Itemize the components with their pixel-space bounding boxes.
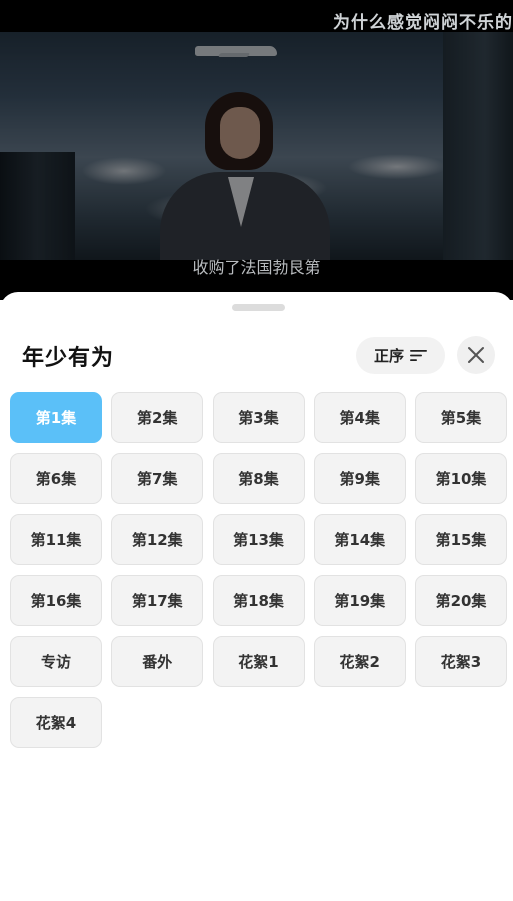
- episode-button[interactable]: 第10集: [415, 453, 507, 504]
- episode-button[interactable]: 第1集: [10, 392, 102, 443]
- sort-order-label: 正序: [373, 347, 404, 365]
- episode-button[interactable]: 番外: [111, 636, 204, 687]
- episode-grid: 第1集 第2集 第3集 第4集 第5集 第6集 第7集 第8集 第9集 第10集 第11集 第12集第…: [10, 392, 507, 748]
- episode-button[interactable]: 第7集: [111, 453, 204, 504]
- episode-sheet: 年少有为 正序 第1集 第2集 第3集 第4集 第5集 第6集 第7集 第8集 第9集 第10集第…: [0, 292, 513, 901]
- sort-lines-icon: [410, 350, 427, 361]
- episode-button[interactable]: 第8集: [212, 453, 305, 504]
- episode-button[interactable]: 第4集: [313, 392, 406, 443]
- close-button[interactable]: [457, 336, 495, 374]
- episode-button[interactable]: 第2集: [111, 392, 204, 443]
- episode-button[interactable]: 花絮3: [415, 636, 507, 687]
- episode-button[interactable]: 第13集: [212, 514, 305, 565]
- episode-button[interactable]: 第15集: [415, 514, 507, 565]
- episode-button[interactable]: 第12集: [111, 514, 204, 565]
- episode-button[interactable]: 第3集: [212, 392, 305, 443]
- episode-button[interactable]: 第6集: [10, 453, 102, 504]
- episode-button[interactable]: 花絮1: [212, 636, 305, 687]
- episode-button[interactable]: 第16集: [10, 575, 102, 626]
- episode-button[interactable]: 第14集: [313, 514, 406, 565]
- close-icon: [468, 347, 484, 363]
- drag-handle[interactable]: [232, 304, 285, 311]
- video-player[interactable]: 为什么感觉闷闷不乐的 收购了法国勃艮第: [0, 0, 513, 300]
- episode-button[interactable]: 花絮2: [313, 636, 406, 687]
- video-top-title: 为什么感觉闷闷不乐的: [333, 13, 513, 33]
- sort-order-button[interactable]: 正序: [356, 337, 445, 374]
- episode-button[interactable]: 第11集: [10, 514, 102, 565]
- episode-button[interactable]: 花絮4: [10, 697, 102, 748]
- episode-button[interactable]: 第18集: [212, 575, 305, 626]
- episode-button[interactable]: 第20集: [415, 575, 507, 626]
- episode-button[interactable]: 第5集: [415, 392, 507, 443]
- episode-button[interactable]: 第17集: [111, 575, 204, 626]
- episode-button[interactable]: 专访: [10, 636, 102, 687]
- episode-button[interactable]: 第19集: [313, 575, 406, 626]
- video-subtitle: 收购了法国勃艮第: [192, 258, 321, 277]
- episode-button[interactable]: 第9集: [313, 453, 406, 504]
- series-title: 年少有为: [22, 345, 115, 371]
